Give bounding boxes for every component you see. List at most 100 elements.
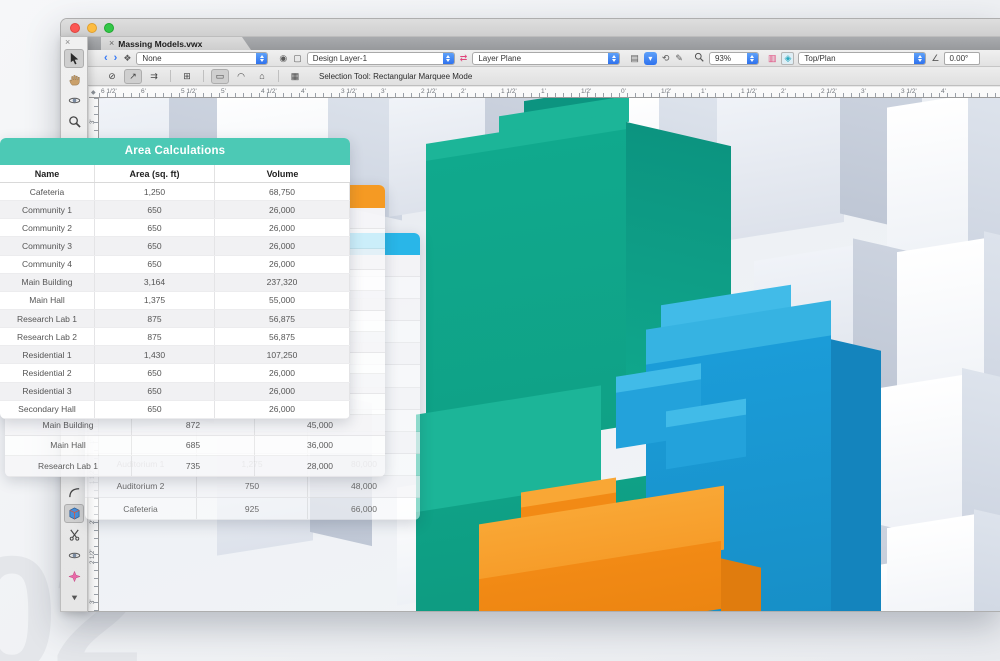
- lasso-marquee-mode-icon[interactable]: ◠: [232, 69, 250, 84]
- ruler-label: 2': [90, 520, 96, 524]
- disable-interactive-mode-icon[interactable]: ⊘: [103, 69, 121, 84]
- table-row: Main Hall1,37555,000: [0, 292, 350, 310]
- chevron-updown-icon: [443, 53, 454, 64]
- table-cell: 650: [95, 201, 215, 218]
- rotate-3d-tool-icon[interactable]: [64, 546, 84, 565]
- table-cell: 237,320: [215, 274, 350, 291]
- current-view-value: Top/Plan: [799, 54, 914, 63]
- unified-view-icon[interactable]: ▥: [767, 54, 778, 63]
- working-plane-select[interactable]: Layer Plane: [472, 52, 620, 65]
- chevron-updown-icon: [608, 53, 619, 64]
- table-cell: Community 2: [0, 219, 95, 236]
- more-tools-icon[interactable]: [64, 588, 84, 607]
- quick-menu-icon[interactable]: ▾: [644, 52, 657, 65]
- tab-title: Massing Models.vwx: [118, 39, 202, 49]
- ruler-label: 6': [141, 88, 146, 95]
- minimize-window-button[interactable]: [87, 23, 97, 33]
- chevron-updown-icon: [914, 53, 925, 64]
- zoom-window-button[interactable]: [104, 23, 114, 33]
- table-cell: 650: [95, 256, 215, 273]
- document-settings-icon[interactable]: ▤: [629, 54, 640, 63]
- ruler-label: 5 1/2': [181, 88, 197, 95]
- ruler-label: 1 1/2': [501, 88, 517, 95]
- chevron-updown-icon: [256, 53, 267, 64]
- table-cell: 925: [197, 498, 308, 519]
- fillet-tool-icon[interactable]: [64, 483, 84, 502]
- interactive-scaling-mode-icon[interactable]: ⊞: [178, 69, 196, 84]
- table-cell: 650: [95, 219, 215, 236]
- saved-views-icon[interactable]: ❖: [122, 54, 132, 63]
- flyover-tool-icon[interactable]: [64, 91, 84, 110]
- forward-icon[interactable]: ›: [113, 53, 119, 64]
- ruler-label: 1 1/2': [741, 88, 757, 95]
- table-cell: Research Lab 1: [5, 456, 132, 476]
- zoom-level-select[interactable]: 93%: [709, 52, 759, 65]
- table-cell: 68,750: [215, 183, 350, 200]
- deform-tool-icon[interactable]: [64, 567, 84, 586]
- column-select-mode-icon[interactable]: ▦: [286, 69, 304, 84]
- table-cell: 26,000: [215, 401, 350, 418]
- table-row: Cafeteria1,25068,750: [0, 183, 350, 201]
- look-at-working-plane-icon[interactable]: ◈: [781, 52, 794, 65]
- palette-close-icon[interactable]: ×: [61, 37, 70, 47]
- pan-tool-icon[interactable]: [64, 70, 84, 89]
- active-class-select[interactable]: None: [136, 52, 268, 65]
- rectangular-marquee-mode-icon[interactable]: ▭: [211, 69, 229, 84]
- single-object-mode-icon[interactable]: ↗: [124, 69, 142, 84]
- table-cell: Main Hall: [0, 292, 95, 309]
- class-options-icon[interactable]: ⟲: [661, 54, 671, 63]
- table-cell: 107,250: [215, 346, 350, 363]
- column-header: Area (sq. ft): [95, 165, 215, 182]
- extrude-tool-icon[interactable]: [64, 504, 84, 523]
- ruler-label: 1': [541, 88, 546, 95]
- zoom-level-value: 93%: [710, 54, 747, 63]
- reshape-tool-icon[interactable]: [64, 525, 84, 544]
- layer-options-icon[interactable]: ✎: [674, 54, 684, 63]
- column-header: Name: [0, 165, 95, 182]
- table-cell: Community 3: [0, 237, 95, 254]
- tool-mode-bar: ⊘↗⇉⊞▭◠⌂▦ Selection Tool: Rectangular Mar…: [61, 67, 1000, 86]
- clip-cube-icon[interactable]: ▢: [292, 54, 303, 63]
- polygon-marquee-mode-icon[interactable]: ⌂: [253, 69, 271, 84]
- selection-tool-icon[interactable]: [64, 49, 84, 68]
- zoom-icon: [693, 52, 705, 64]
- table-cell: 48,000: [308, 476, 420, 497]
- ruler-label: 2': [781, 88, 786, 95]
- table-row: Secondary Hall65026,000: [0, 401, 350, 419]
- ruler-origin-icon: ◆: [91, 89, 96, 96]
- table-cell: 1,375: [95, 292, 215, 309]
- ruler-label: 3 1/2': [901, 88, 917, 95]
- ruler-label: 3': [861, 88, 866, 95]
- plan-rotation-field[interactable]: 0.00°: [944, 52, 980, 65]
- ruler-label: 3': [90, 600, 96, 604]
- table-cell: Secondary Hall: [0, 401, 95, 418]
- horizontal-ruler: ◆ 6 1/2'6'5 1/2'5'4 1/2'4'3 1/2'3'2 1/2'…: [89, 87, 1000, 98]
- table-row: Cafeteria92566,000: [85, 498, 420, 520]
- tab-close-icon[interactable]: ×: [109, 39, 114, 48]
- zoom-tool-icon[interactable]: [64, 112, 84, 131]
- ruler-label: 3 1/2': [341, 88, 357, 95]
- table-column-headers: NameArea (sq. ft)Volume: [0, 165, 350, 183]
- ruler-label: 4': [941, 88, 946, 95]
- current-view-select[interactable]: Top/Plan: [798, 52, 926, 65]
- ruler-label: 0': [621, 88, 626, 95]
- back-icon[interactable]: ‹: [103, 53, 109, 64]
- table-cell: 1,430: [95, 346, 215, 363]
- active-layer-select[interactable]: Design Layer-1: [307, 52, 455, 65]
- ruler-label: 2': [461, 88, 466, 95]
- table-cell: 36,000: [255, 436, 385, 456]
- toolbar-separator: [170, 70, 171, 82]
- table-cell: Cafeteria: [85, 498, 197, 519]
- table-row: Main Hall68536,000: [5, 436, 385, 457]
- table-row: Auditorium 275048,000: [85, 476, 420, 498]
- document-tab[interactable]: × Massing Models.vwx: [101, 37, 251, 50]
- render-mode-icon[interactable]: ◉: [278, 54, 288, 63]
- rotate-plan-icon[interactable]: ∠: [930, 54, 940, 63]
- multiple-object-mode-icon[interactable]: ⇉: [145, 69, 163, 84]
- layer-navigation-icon[interactable]: ⇄: [459, 54, 469, 63]
- close-window-button[interactable]: [70, 23, 80, 33]
- table-cell: Community 4: [0, 256, 95, 273]
- table-row: Research Lab 173528,000: [5, 456, 385, 477]
- area-calculations-title: Area Calculations: [0, 138, 350, 165]
- working-plane-value: Layer Plane: [473, 54, 608, 63]
